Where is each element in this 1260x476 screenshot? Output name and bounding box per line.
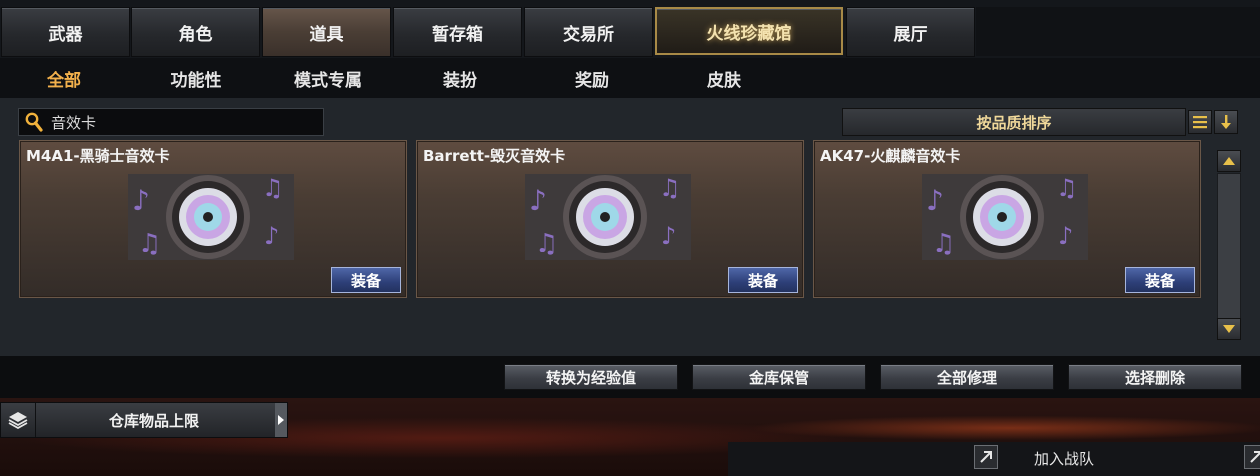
sort-dropdown[interactable]: 按品质排序 [842, 108, 1186, 136]
equip-button[interactable]: 装备 [1125, 267, 1195, 293]
tab-temp-storage[interactable]: 暂存箱 [393, 7, 522, 57]
search-box [18, 108, 324, 136]
music-disc-icon: ♪ ♫ ♫ ♪ [922, 174, 1088, 260]
item-card[interactable]: AK47-火麒麟音效卡 ♪ ♫ ♫ ♪ 装备 [813, 140, 1201, 298]
chevron-right-icon[interactable] [275, 403, 287, 437]
music-disc-icon: ♪ ♫ ♫ ♪ [128, 174, 294, 260]
top-bar-filler [976, 7, 1260, 56]
action-bar: 转换为经验值 金库保管 全部修理 选择删除 [0, 356, 1260, 398]
scroll-up-button[interactable] [1217, 150, 1241, 172]
search-input[interactable] [45, 113, 311, 131]
team-bar: 加入战队 [728, 442, 1260, 476]
bottom-area: 仓库物品上限 加入战队 [0, 398, 1260, 476]
sub-tab-bar: 全部 功能性 模式专属 装扮 奖励 皮肤 [0, 58, 1260, 98]
svg-text:♪: ♪ [1058, 222, 1073, 250]
music-disc-icon: ♪ ♫ ♫ ♪ [525, 174, 691, 260]
svg-text:♫: ♫ [138, 229, 161, 259]
svg-text:♪: ♪ [926, 184, 944, 217]
tab-characters[interactable]: 角色 [131, 7, 260, 57]
convert-to-exp-button[interactable]: 转换为经验值 [504, 364, 678, 390]
subtab-costume[interactable]: 装扮 [400, 58, 520, 98]
subtab-skins[interactable]: 皮肤 [664, 58, 784, 98]
sort-label: 按品质排序 [976, 113, 1052, 132]
item-name: M4A1-黑骑士音效卡 [26, 147, 170, 165]
svg-text:♫: ♫ [659, 174, 681, 202]
select-delete-button[interactable]: 选择删除 [1068, 364, 1242, 390]
list-icon[interactable] [1188, 110, 1212, 134]
tab-items[interactable]: 道具 [262, 7, 391, 57]
expand-icon[interactable] [974, 445, 998, 469]
subtab-mode-exclusive[interactable]: 模式专属 [268, 58, 388, 98]
svg-text:♫: ♫ [1056, 174, 1078, 202]
item-name: AK47-火麒麟音效卡 [820, 147, 961, 165]
storage-limit-bar[interactable]: 仓库物品上限 [0, 402, 288, 438]
tab-exchange[interactable]: 交易所 [524, 7, 653, 57]
layers-icon [1, 403, 36, 437]
sort-down-arrow-icon[interactable] [1214, 110, 1238, 134]
scroll-down-button[interactable] [1217, 318, 1241, 340]
tab-collection-museum[interactable]: 火线珍藏馆 [655, 7, 843, 55]
item-name: Barrett-毁灭音效卡 [423, 147, 566, 165]
item-card[interactable]: Barrett-毁灭音效卡 ♪ ♫ ♫ ♪ 装备 [416, 140, 804, 298]
svg-text:♪: ♪ [529, 184, 547, 217]
subtab-functional[interactable]: 功能性 [136, 58, 256, 98]
svg-text:♫: ♫ [932, 229, 955, 259]
subtab-rewards[interactable]: 奖励 [532, 58, 652, 98]
scrollbar-track[interactable] [1217, 173, 1241, 319]
vault-storage-button[interactable]: 金库保管 [692, 364, 866, 390]
inventory-panel: 按品质排序 M4A1-黑骑士音效卡 ♪ ♫ ♫ ♪ 装备 [0, 98, 1260, 356]
tab-showroom[interactable]: 展厅 [846, 7, 975, 57]
equip-button[interactable]: 装备 [728, 267, 798, 293]
join-team-link[interactable]: 加入战队 [1034, 448, 1094, 469]
svg-text:♫: ♫ [262, 174, 284, 202]
search-icon[interactable] [19, 109, 45, 135]
svg-text:♪: ♪ [661, 222, 676, 250]
subtab-all[interactable]: 全部 [4, 58, 124, 98]
tab-weapons[interactable]: 武器 [1, 7, 130, 57]
storage-limit-label: 仓库物品上限 [108, 411, 199, 430]
repair-all-button[interactable]: 全部修理 [880, 364, 1054, 390]
equip-button[interactable]: 装备 [331, 267, 401, 293]
expand-icon[interactable] [1244, 445, 1260, 469]
svg-text:♫: ♫ [535, 229, 558, 259]
svg-text:♪: ♪ [132, 184, 150, 217]
svg-text:♪: ♪ [264, 222, 279, 250]
item-card[interactable]: M4A1-黑骑士音效卡 ♪ ♫ ♫ ♪ 装备 [19, 140, 407, 298]
